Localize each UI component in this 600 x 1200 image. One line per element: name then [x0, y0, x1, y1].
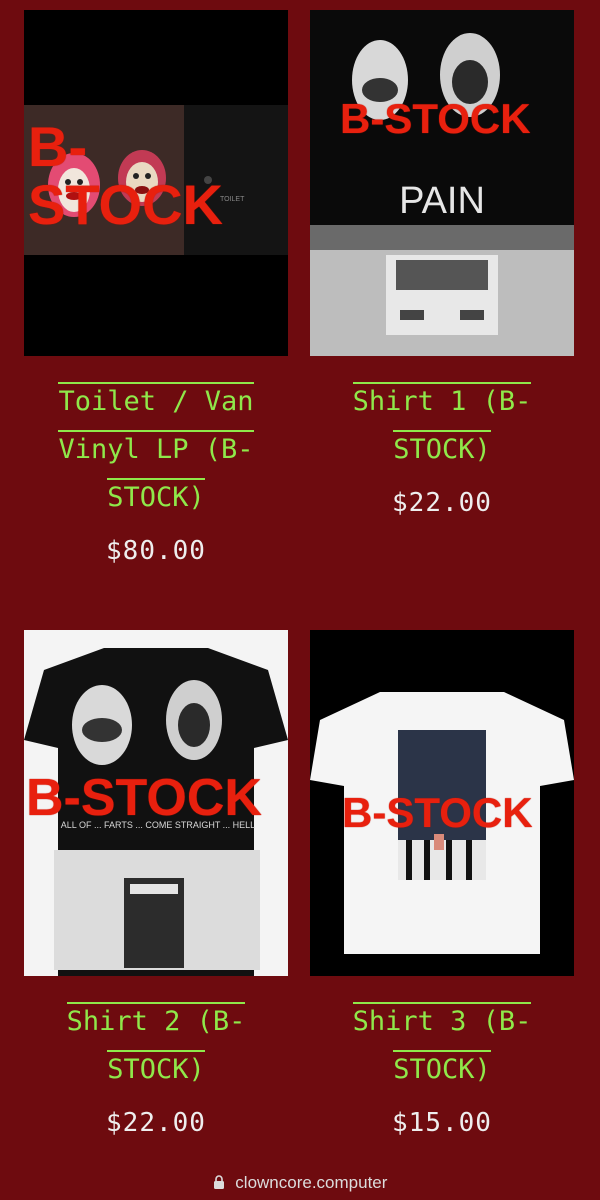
- product-image-shirt-2[interactable]: B-STOCK ALL OF ... FARTS ... COME STRAIG…: [24, 630, 288, 976]
- address-url: clowncore.computer: [235, 1173, 388, 1192]
- product-price: $15.00: [392, 1108, 492, 1138]
- browser-address-bar[interactable]: clowncore.computer: [0, 1168, 600, 1200]
- b-stock-overlay: B-STOCK: [26, 769, 262, 827]
- product-price: $22.00: [106, 1108, 206, 1138]
- product-card-shirt-3: B-STOCK Shirt 3 (B- STOCK) $15.00: [310, 630, 574, 1138]
- product-image-toilet-van-lp[interactable]: B- STOCK TOILET: [24, 10, 288, 356]
- b-stock-overlay: B- STOCK: [28, 115, 223, 236]
- shirt-print-text: ALL OF ... FARTS ... COME STRAIGHT ... H…: [60, 820, 256, 830]
- product-title-link[interactable]: Shirt 3 (B- STOCK): [310, 998, 574, 1094]
- b-stock-overlay: B-STOCK: [342, 789, 533, 836]
- vinyl-label-text: TOILET: [220, 196, 245, 203]
- product-price: $22.00: [392, 488, 492, 518]
- shirt-print-text: PAIN: [399, 180, 485, 222]
- b-stock-overlay: B-STOCK: [340, 95, 531, 142]
- product-image-shirt-1[interactable]: B-STOCK PAIN: [310, 10, 574, 356]
- product-title-link[interactable]: Shirt 2 (B- STOCK): [24, 998, 288, 1094]
- product-title-link[interactable]: Shirt 1 (B- STOCK): [310, 378, 574, 474]
- product-card-toilet-van-lp: B- STOCK TOILET Toilet / Van Vinyl LP (B…: [24, 10, 288, 566]
- lock-icon: [213, 1169, 225, 1199]
- product-title-link[interactable]: Toilet / Van Vinyl LP (B- STOCK): [24, 378, 288, 522]
- product-card-shirt-2: B-STOCK ALL OF ... FARTS ... COME STRAIG…: [24, 630, 288, 1138]
- product-image-shirt-3[interactable]: B-STOCK: [310, 630, 574, 976]
- product-card-shirt-1: B-STOCK PAIN Shirt 1 (B- STOCK) $22.00: [310, 10, 574, 518]
- product-price: $80.00: [106, 536, 206, 566]
